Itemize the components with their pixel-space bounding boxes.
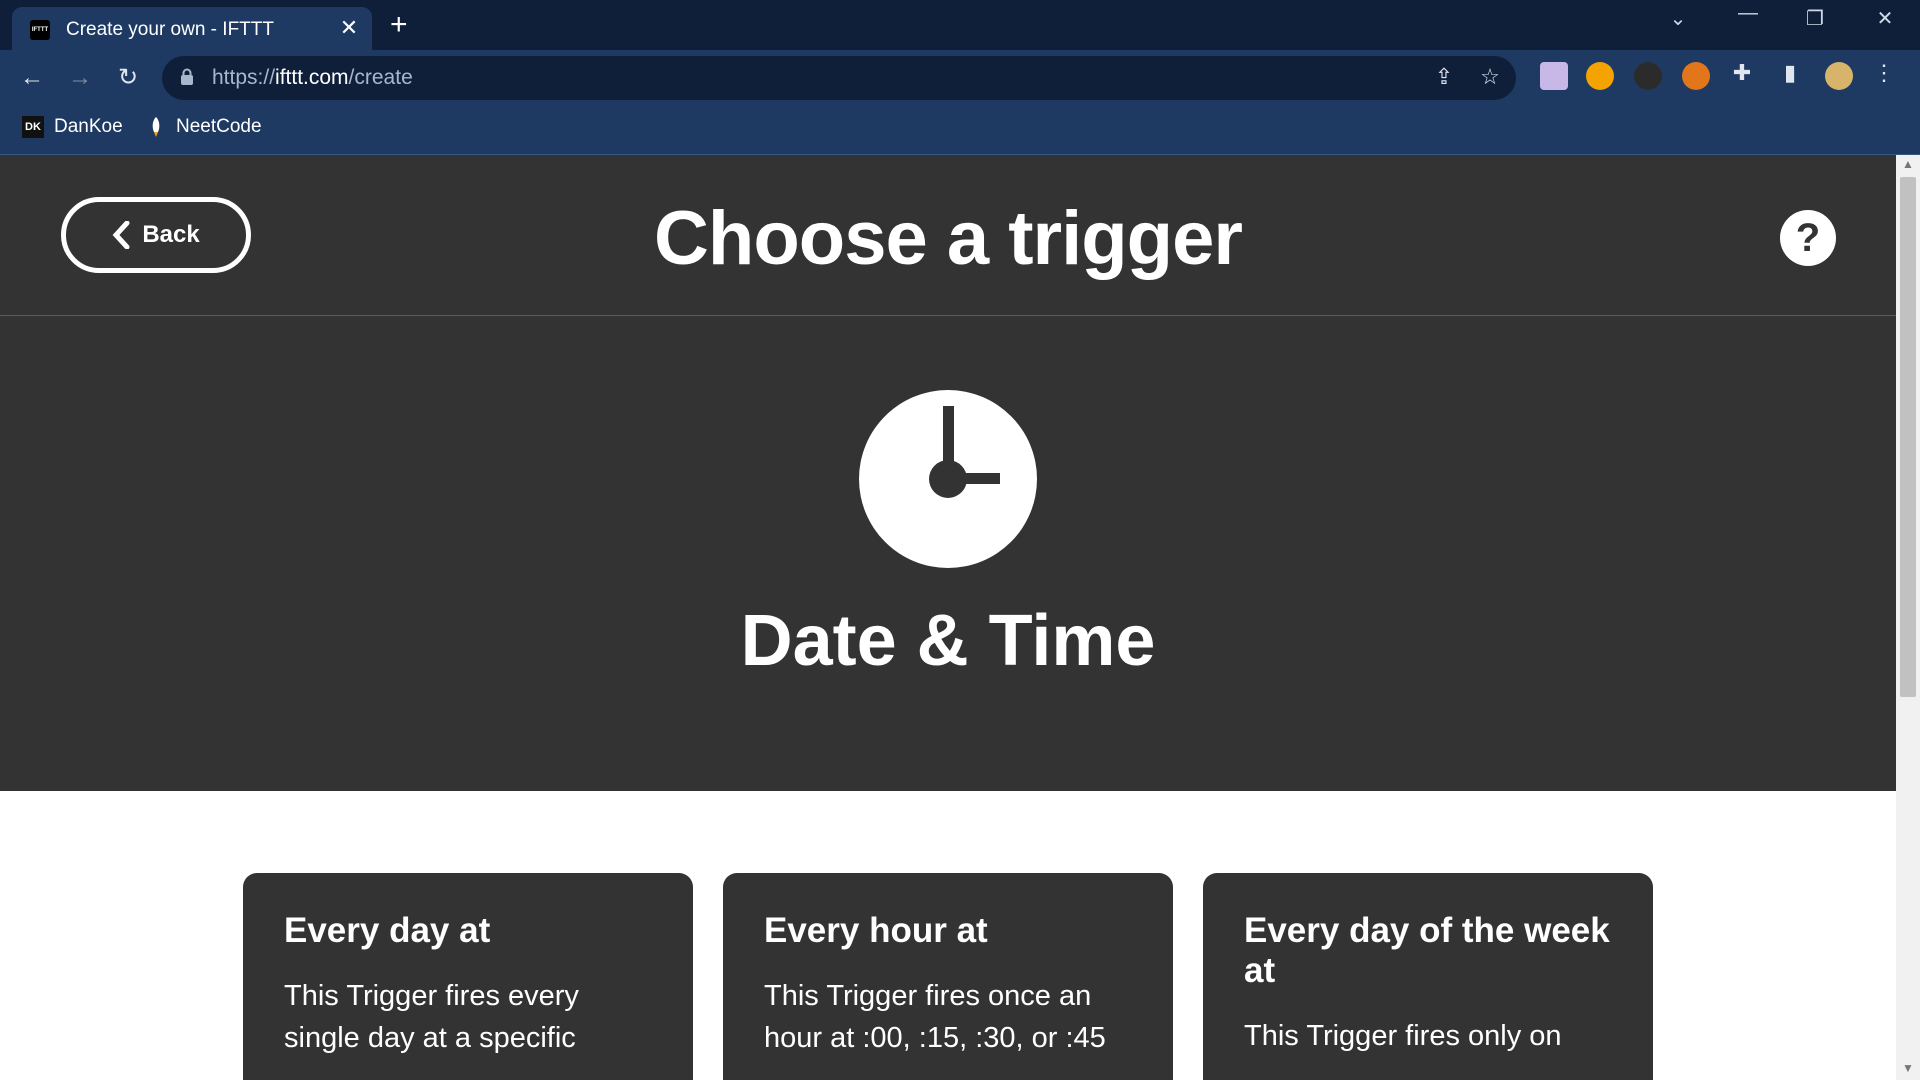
back-nav-icon[interactable]: ←: [16, 62, 48, 94]
trigger-card[interactable]: Every day of the week at This Trigger fi…: [1203, 873, 1653, 1080]
address-bar[interactable]: https://ifttt.com/create ⇪ ☆: [162, 56, 1516, 100]
tab-search-icon[interactable]: ⌄: [1658, 6, 1698, 31]
trigger-description: This Trigger fires only on: [1244, 1020, 1562, 1052]
hero-header: Back Choose a trigger ? Date & Time: [0, 155, 1896, 791]
extensions-puzzle-icon[interactable]: ✚: [1728, 60, 1756, 86]
forward-nav-icon[interactable]: →: [64, 62, 96, 94]
rocket-icon: [152, 117, 160, 137]
minimize-button[interactable]: —: [1728, 2, 1768, 25]
scroll-down-icon[interactable]: ▼: [1902, 1061, 1914, 1075]
browser-tab[interactable]: IFTTT Create your own - IFTTT ✕: [12, 7, 372, 50]
close-tab-icon[interactable]: ✕: [338, 17, 360, 39]
ifttt-favicon-icon: IFTTT: [30, 20, 50, 40]
url-text: https://ifttt.com/create: [212, 66, 413, 89]
new-tab-button[interactable]: +: [390, 10, 408, 40]
bookmark-label: NeetCode: [176, 116, 262, 137]
share-icon[interactable]: ⇪: [1430, 64, 1458, 90]
help-icon[interactable]: ?: [1780, 210, 1836, 266]
scroll-thumb[interactable]: [1900, 177, 1916, 697]
header-divider: [0, 315, 1896, 316]
browser-title-bar: IFTTT Create your own - IFTTT ✕ + ⌄ — ❐ …: [0, 0, 1920, 50]
trigger-title: Every day at: [284, 911, 491, 950]
reload-icon[interactable]: ↻: [112, 62, 144, 94]
extension-pen-icon[interactable]: [1540, 62, 1568, 90]
extension-chrome-icon[interactable]: [1586, 62, 1614, 90]
trigger-description: This Trigger fires once an hour at :00, …: [764, 980, 1106, 1054]
browser-toolbar: ← → ↻ https://ifttt.com/create ⇪ ☆ ✚ ▮ ⋮: [0, 50, 1920, 106]
page-content: Back Choose a trigger ? Date & Time Ever…: [0, 155, 1896, 1080]
restore-button[interactable]: ❐: [1795, 6, 1835, 31]
lock-icon: [181, 68, 193, 85]
close-window-button[interactable]: ✕: [1865, 6, 1905, 31]
bookmarks-bar: DK DanKoe NeetCode: [0, 106, 1920, 155]
trigger-card[interactable]: Every day at This Trigger fires every si…: [243, 873, 693, 1080]
trigger-title: Every day of the week at: [1244, 911, 1610, 990]
dankoe-icon: DK: [22, 116, 44, 138]
bookmark-dankoe[interactable]: DK DanKoe: [22, 116, 123, 138]
scroll-up-icon[interactable]: ▲: [1902, 157, 1914, 171]
trigger-description: This Trigger fires every single day at a…: [284, 980, 579, 1054]
profile-avatar[interactable]: [1825, 62, 1853, 90]
menu-kebab-icon[interactable]: ⋮: [1870, 60, 1898, 86]
bookmark-neetcode[interactable]: NeetCode: [146, 116, 262, 138]
clock-icon: [859, 390, 1037, 568]
service-name: Date & Time: [740, 601, 1156, 681]
trigger-card[interactable]: Every hour at This Trigger fires once an…: [723, 873, 1173, 1080]
trigger-title: Every hour at: [764, 911, 988, 950]
bookmark-label: DanKoe: [54, 116, 123, 137]
tab-title: Create your own - IFTTT: [66, 19, 274, 40]
side-panel-icon[interactable]: ▮: [1776, 60, 1804, 86]
page-scrollbar[interactable]: ▲ ▼: [1896, 155, 1920, 1080]
metamask-fox-icon[interactable]: [1682, 62, 1710, 90]
bookmark-star-icon[interactable]: ☆: [1476, 64, 1504, 90]
extension-search-icon[interactable]: [1634, 62, 1662, 90]
page-title: Choose a trigger: [654, 196, 1243, 281]
